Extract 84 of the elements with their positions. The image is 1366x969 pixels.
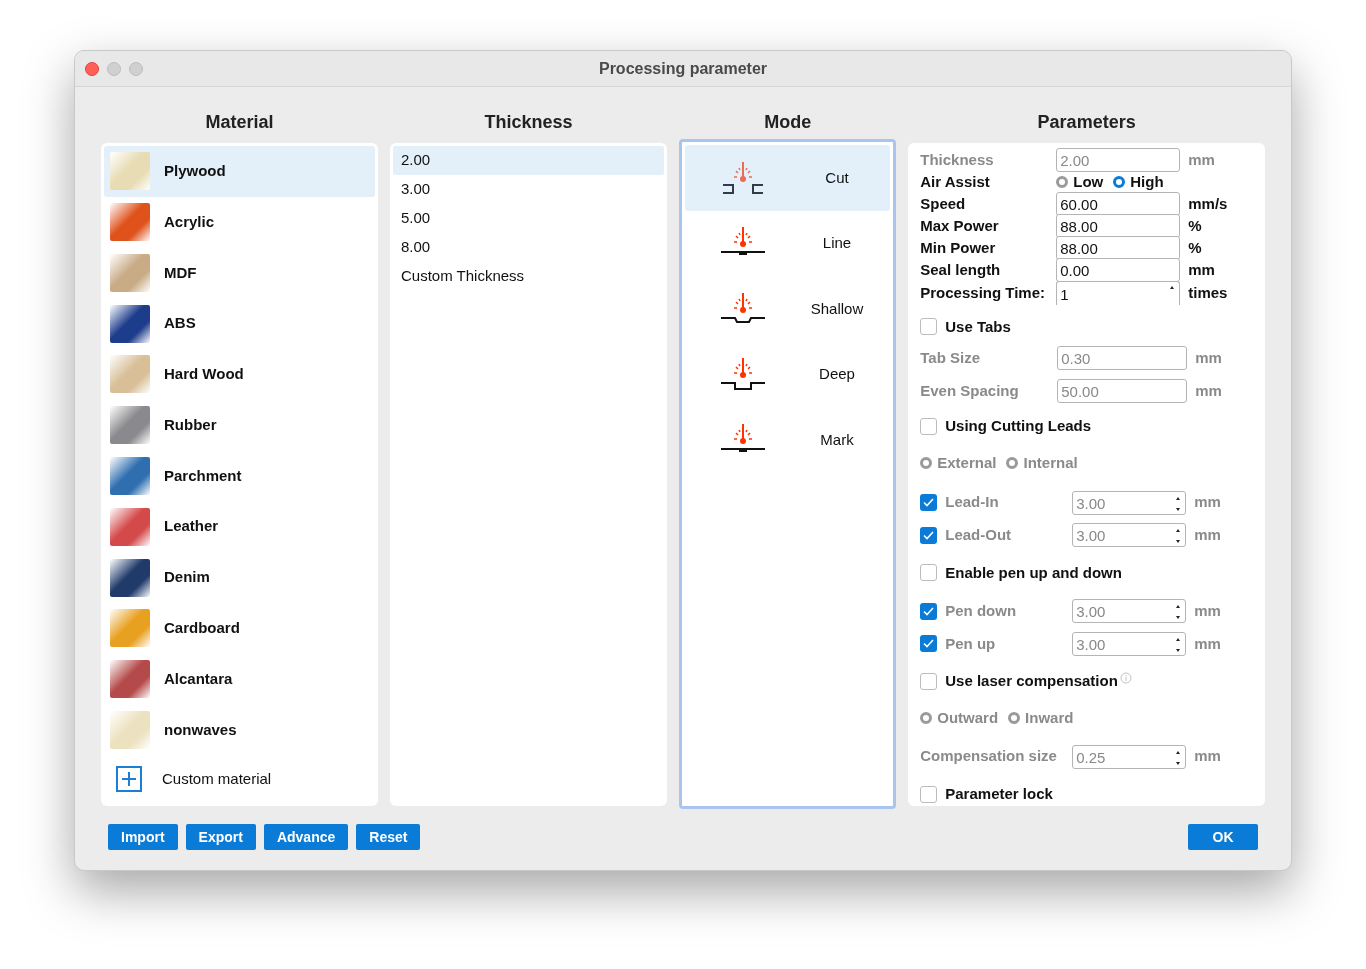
checkbox-label[interactable]: Parameter lock — [945, 782, 1053, 806]
action-button[interactable]: Export — [185, 824, 256, 850]
field-label: Even Spacing — [920, 380, 1020, 401]
unit-label: mm — [1194, 492, 1221, 513]
field-label: Thickness — [920, 149, 995, 170]
input-field[interactable]: 88.00 — [1056, 236, 1181, 260]
column-heading: Parameters — [1037, 111, 1136, 134]
action-button[interactable]: Advance — [263, 824, 349, 850]
checkmark-icon — [923, 639, 935, 649]
material-item[interactable]: Leather — [104, 501, 375, 553]
checkbox-label[interactable]: Use laser compensation — [945, 670, 1118, 693]
field-label: Processing Time: — [920, 282, 1047, 303]
input-field[interactable]: 0.00 — [1056, 258, 1181, 282]
column-heading: Mode — [764, 111, 812, 134]
field-label: Tab Size — [920, 348, 981, 369]
unit-label: mm — [1194, 746, 1221, 767]
checkmark-icon — [923, 530, 935, 540]
unit-label: mm — [1194, 633, 1221, 654]
material-item[interactable]: Cardboard — [104, 602, 375, 654]
checkbox-label[interactable]: Use Tabs — [945, 315, 1011, 339]
zoom-button[interactable] — [129, 61, 143, 76]
checkmark-icon — [923, 498, 935, 508]
window-title: Processing parameter — [598, 58, 768, 79]
action-button[interactable]: Reset — [356, 824, 421, 850]
unit-label: mm — [1194, 601, 1221, 622]
material-item[interactable]: Rubber — [104, 399, 375, 451]
material-item[interactable]: Parchment — [104, 450, 375, 502]
laser-deep-icon — [719, 356, 768, 393]
action-button[interactable]: Import — [108, 824, 178, 850]
unit-label: mm/s — [1188, 193, 1228, 214]
field-label: Min Power — [920, 237, 997, 258]
spin-box[interactable]: 1 — [1056, 281, 1181, 305]
column-heading: Material — [205, 111, 274, 134]
checkbox[interactable] — [920, 672, 938, 690]
spin-arrow-icon — [1169, 285, 1176, 290]
field-label: Speed — [920, 193, 967, 214]
unit-label: % — [1188, 215, 1202, 236]
minimize-button[interactable] — [107, 61, 121, 76]
checkbox[interactable] — [920, 418, 938, 436]
info-icon[interactable] — [1119, 672, 1132, 685]
checkbox-label[interactable]: Enable pen up and down — [945, 561, 1122, 585]
checkbox[interactable] — [920, 564, 938, 582]
column-heading: Thickness — [484, 111, 573, 134]
unit-label: % — [1188, 237, 1202, 258]
checkbox[interactable] — [920, 785, 938, 803]
material-item[interactable]: Acrylic — [104, 196, 375, 248]
mode-item[interactable]: Mark — [685, 407, 891, 473]
field-label: Seal length — [920, 259, 1002, 280]
material-item[interactable]: MDF — [104, 247, 375, 299]
input-field[interactable]: 88.00 — [1056, 214, 1181, 238]
field-label: Air Assist — [920, 171, 991, 192]
unit-label: mm — [1194, 524, 1221, 545]
field-label: Compensation size — [920, 746, 1058, 767]
material-item[interactable]: Denim — [104, 552, 375, 603]
thickness-item[interactable]: 5.00 — [393, 204, 665, 233]
input-field[interactable]: 60.00 — [1056, 192, 1181, 216]
mode-item[interactable]: Cut — [685, 145, 891, 211]
mode-item[interactable]: Line — [685, 210, 891, 276]
material-item[interactable]: Alcantara — [104, 653, 375, 705]
unit-label: mm — [1188, 259, 1215, 280]
mode-item[interactable]: Deep — [685, 341, 891, 407]
thickness-item[interactable]: Custom Thickness — [393, 262, 665, 291]
unit-label: mm — [1188, 149, 1215, 170]
material-item[interactable]: nonwaves — [104, 704, 375, 756]
radio-option[interactable]: High — [1113, 170, 1164, 194]
close-button[interactable] — [85, 61, 99, 76]
custom-material-item[interactable]: Custom material — [104, 755, 375, 803]
material-item[interactable]: Plywood — [104, 146, 375, 197]
material-item[interactable]: ABS — [104, 298, 375, 350]
thickness-item[interactable]: 3.00 — [393, 175, 665, 204]
thickness-item[interactable]: 8.00 — [393, 233, 665, 262]
field-label: Max Power — [920, 215, 1000, 236]
ok-button[interactable]: OK — [1188, 824, 1258, 850]
mode-item[interactable]: Shallow — [685, 276, 891, 342]
checkbox[interactable] — [920, 318, 938, 336]
checkmark-icon — [923, 606, 935, 616]
unit-label: times — [1188, 282, 1228, 303]
unit-label: mm — [1195, 380, 1222, 401]
unit-label: mm — [1195, 348, 1222, 369]
radio-option[interactable]: Low — [1056, 170, 1104, 194]
thickness-item[interactable]: 2.00 — [393, 146, 665, 175]
add-icon — [116, 766, 142, 793]
material-item[interactable]: Hard Wood — [104, 349, 375, 400]
checkbox-label[interactable]: Using Cutting Leads — [945, 415, 1092, 438]
